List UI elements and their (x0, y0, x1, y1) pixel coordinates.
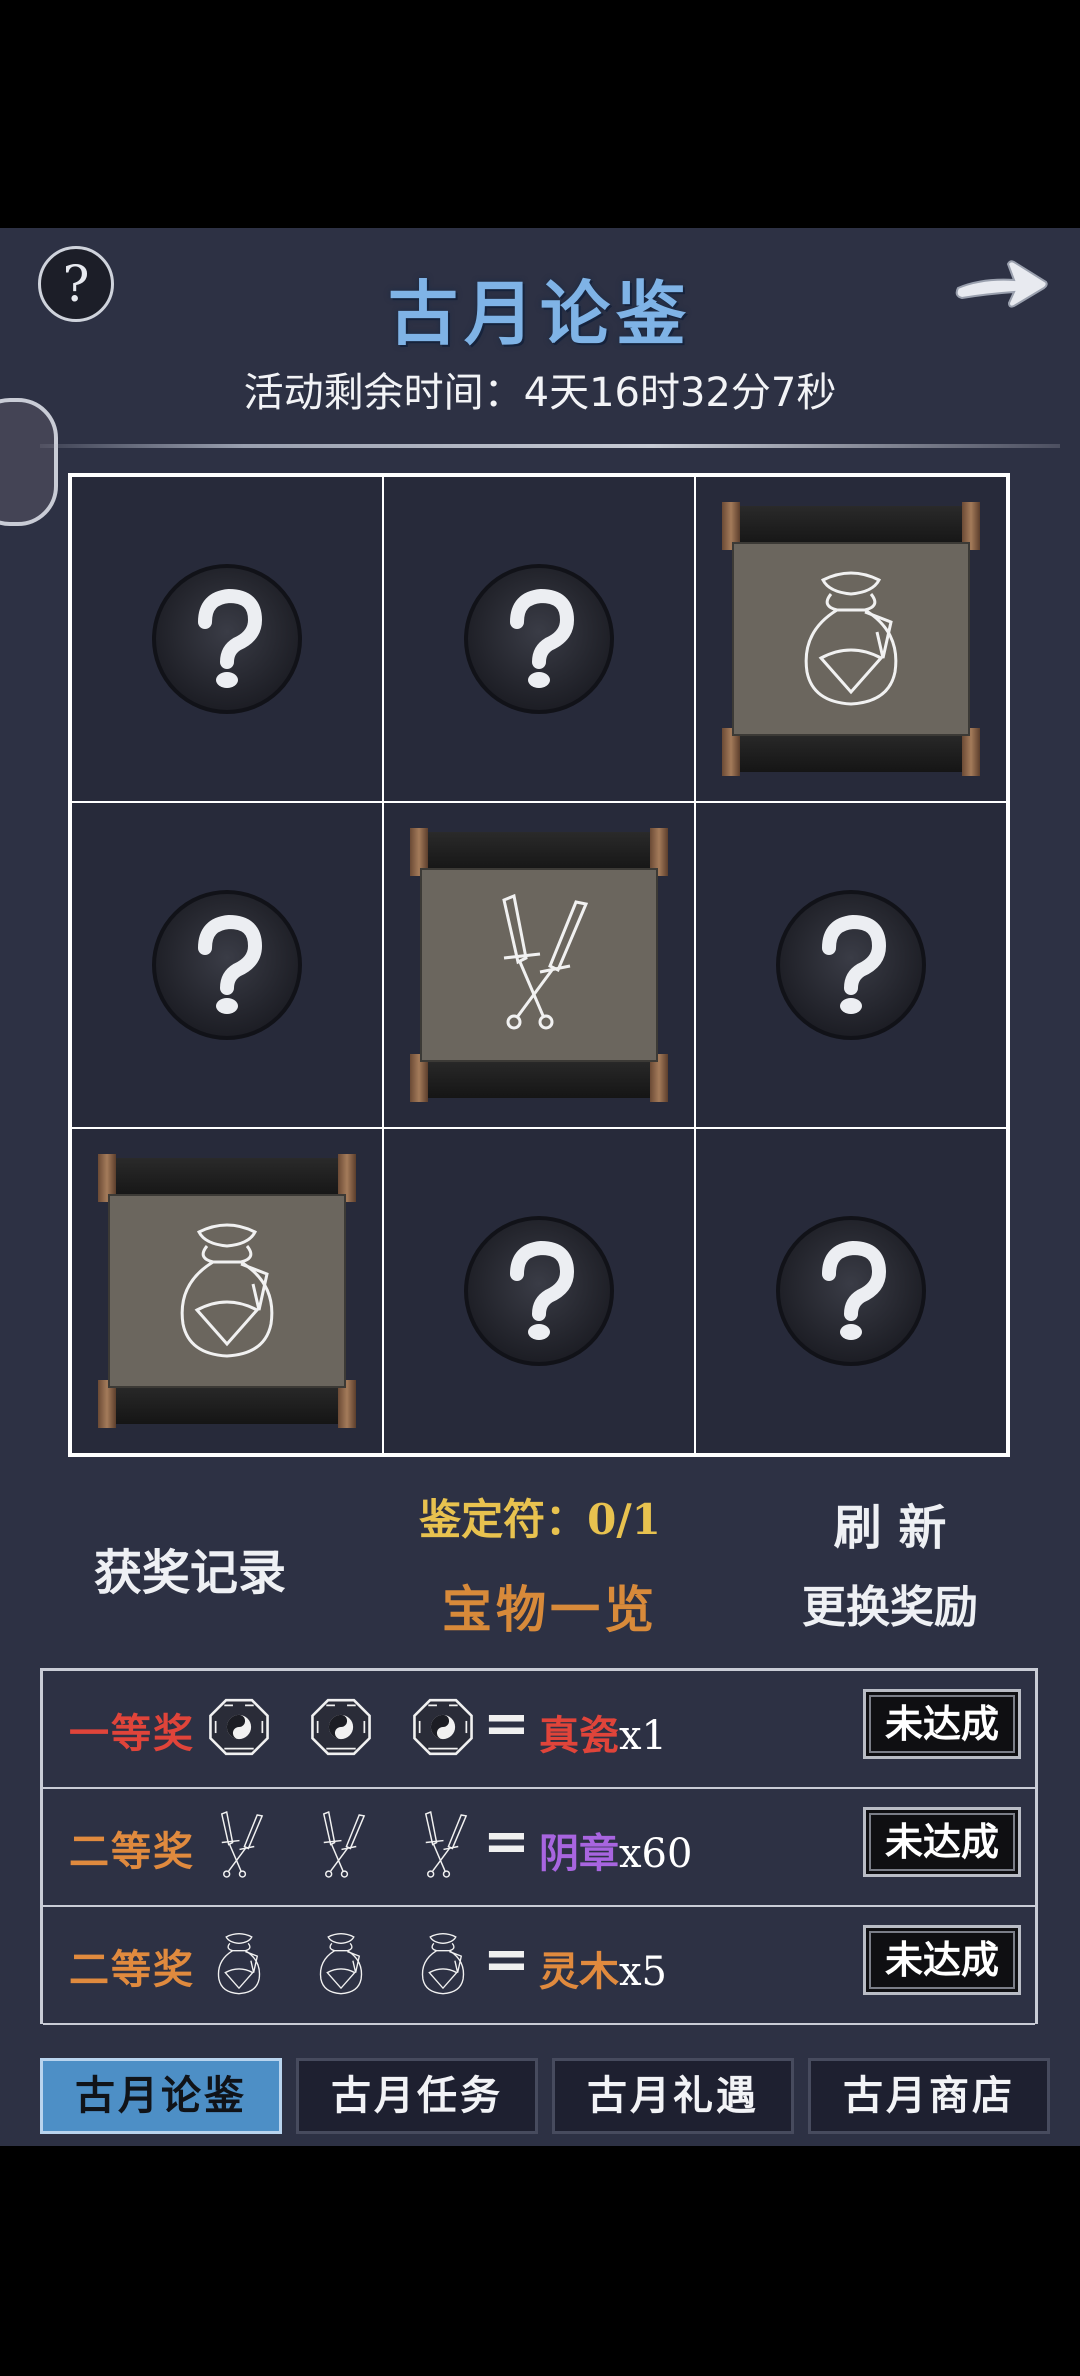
refresh-button[interactable]: 刷 新 (740, 1488, 1040, 1568)
prize-name: 灵木 (539, 1948, 619, 1995)
question-mark-icon[interactable] (152, 890, 302, 1040)
revealed-scroll (410, 828, 668, 1102)
pouch-icon (157, 1214, 297, 1368)
prize-quantity: x60 (619, 1831, 693, 1877)
appraisal-grid (68, 473, 1010, 1457)
grid-cell[interactable] (695, 802, 1007, 1128)
pouch-icon (407, 1921, 479, 2005)
tab-3[interactable]: 古月礼遇 (552, 2058, 794, 2134)
grid-cell[interactable] (71, 1128, 383, 1454)
crossed-swords-icon (407, 1803, 479, 1887)
reward-rank: 二等奖 (69, 1828, 195, 1875)
appraisal-ticket-count: 鉴定符：0/1 (419, 1495, 661, 1544)
reward-row: 一等奖 = 真瓷x1 未达成 (43, 1671, 1035, 1789)
crossed-swords-icon (305, 1803, 377, 1887)
grid-cell[interactable] (383, 1128, 695, 1454)
question-mark-icon[interactable] (464, 1216, 614, 1366)
grid-cell[interactable] (71, 802, 383, 1128)
header-divider (40, 444, 1060, 448)
reward-row: 二等奖 = 阴章x60 未达成 (43, 1789, 1035, 1907)
prize-quantity: x1 (619, 1713, 668, 1759)
grid-cell[interactable] (71, 476, 383, 802)
equals-sign: = (483, 1927, 530, 1992)
prize-name: 真瓷 (539, 1712, 619, 1759)
tab-1[interactable]: 古月论鉴 (40, 2058, 282, 2134)
reward-status-button[interactable]: 未达成 (863, 1925, 1021, 1995)
pouch-icon (781, 562, 921, 716)
reward-rank: 二等奖 (69, 1946, 195, 1993)
event-panel: ? 古月论鉴 活动剩余时间：4天16时32分7秒 鉴定符：0/1 获奖记录 宝物… (0, 228, 1080, 2146)
question-mark-icon[interactable] (152, 564, 302, 714)
page-title: 古月论鉴 (388, 272, 692, 355)
award-records-button[interactable]: 获奖记录 (50, 1528, 330, 1618)
revealed-scroll (722, 502, 980, 776)
reward-prize: 阴章x60 (539, 1821, 692, 1879)
equals-sign: = (483, 1809, 530, 1874)
pouch-icon (305, 1921, 377, 2005)
reward-list: 一等奖 = 真瓷x1 未达成 二等奖 = 阴章x60 未达成 二等奖 = 灵木x5 未达成 (40, 1668, 1038, 2025)
prize-name: 阴章 (539, 1830, 619, 1877)
required-pieces (203, 1685, 479, 1769)
prize-quantity: x5 (619, 1949, 668, 1995)
reward-prize: 真瓷x1 (539, 1703, 667, 1761)
reward-status-button[interactable]: 未达成 (863, 1807, 1021, 1877)
crossed-swords-icon (474, 888, 604, 1042)
treasure-list-button[interactable]: 宝物一览 (430, 1570, 670, 1642)
crossed-swords-icon (203, 1803, 275, 1887)
question-mark-icon[interactable] (776, 890, 926, 1040)
event-countdown: 活动剩余时间：4天16时32分7秒 (243, 370, 837, 416)
grid-cell[interactable] (383, 802, 695, 1128)
required-pieces (203, 1803, 479, 1887)
reward-status-button[interactable]: 未达成 (863, 1689, 1021, 1759)
reward-rank: 一等奖 (69, 1710, 195, 1757)
revealed-scroll (98, 1154, 356, 1428)
equals-sign: = (483, 1691, 530, 1756)
bottom-tab-bar: 古月论鉴 古月任务 古月礼遇 古月商店 (40, 2058, 1050, 2134)
question-mark-icon[interactable] (776, 1216, 926, 1366)
tab-4[interactable]: 古月商店 (808, 2058, 1050, 2134)
tab-2[interactable]: 古月任务 (296, 2058, 538, 2134)
reward-row: 二等奖 = 灵木x5 未达成 (43, 1907, 1035, 2025)
grid-cell[interactable] (383, 476, 695, 802)
grid-cell[interactable] (695, 1128, 1007, 1454)
change-reward-button[interactable]: 更换奖励 (740, 1568, 1040, 1648)
pouch-icon (203, 1921, 275, 2005)
bagua-icon (203, 1685, 275, 1769)
question-mark-icon[interactable] (464, 564, 614, 714)
bagua-icon (407, 1685, 479, 1769)
game-screen: ? 古月论鉴 活动剩余时间：4天16时32分7秒 鉴定符：0/1 获奖记录 宝物… (0, 0, 1080, 2376)
bagua-icon (305, 1685, 377, 1769)
grid-cell[interactable] (695, 476, 1007, 802)
reward-prize: 灵木x5 (539, 1939, 667, 1997)
required-pieces (203, 1921, 479, 2005)
